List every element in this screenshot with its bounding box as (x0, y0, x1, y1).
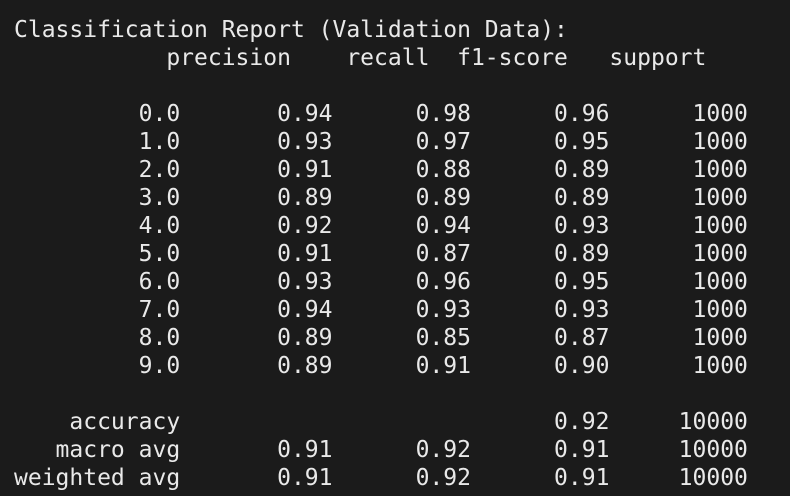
class-row-2: 2.0 0.91 0.88 0.89 1000 (14, 157, 748, 183)
macro-avg-row: macro avg 0.91 0.92 0.91 10000 (14, 437, 748, 463)
weighted-avg-row: weighted avg 0.91 0.92 0.91 10000 (14, 465, 748, 491)
class-row-9: 9.0 0.89 0.91 0.90 1000 (14, 353, 748, 379)
class-row-3: 3.0 0.89 0.89 0.89 1000 (14, 185, 748, 211)
class-row-4: 4.0 0.92 0.94 0.93 1000 (14, 213, 748, 239)
class-row-8: 8.0 0.89 0.85 0.87 1000 (14, 325, 748, 351)
class-row-7: 7.0 0.94 0.93 0.93 1000 (14, 297, 748, 323)
class-row-1: 1.0 0.93 0.97 0.95 1000 (14, 129, 748, 155)
class-row-0: 0.0 0.94 0.98 0.96 1000 (14, 101, 748, 127)
report-title: Classification Report (Validation Data): (14, 17, 568, 43)
report-header-row: precision recall f1-score support (14, 45, 707, 71)
accuracy-row: accuracy 0.92 10000 (14, 409, 748, 435)
terminal-output: Classification Report (Validation Data):… (0, 0, 790, 496)
class-row-6: 6.0 0.93 0.96 0.95 1000 (14, 269, 748, 295)
class-row-5: 5.0 0.91 0.87 0.89 1000 (14, 241, 748, 267)
